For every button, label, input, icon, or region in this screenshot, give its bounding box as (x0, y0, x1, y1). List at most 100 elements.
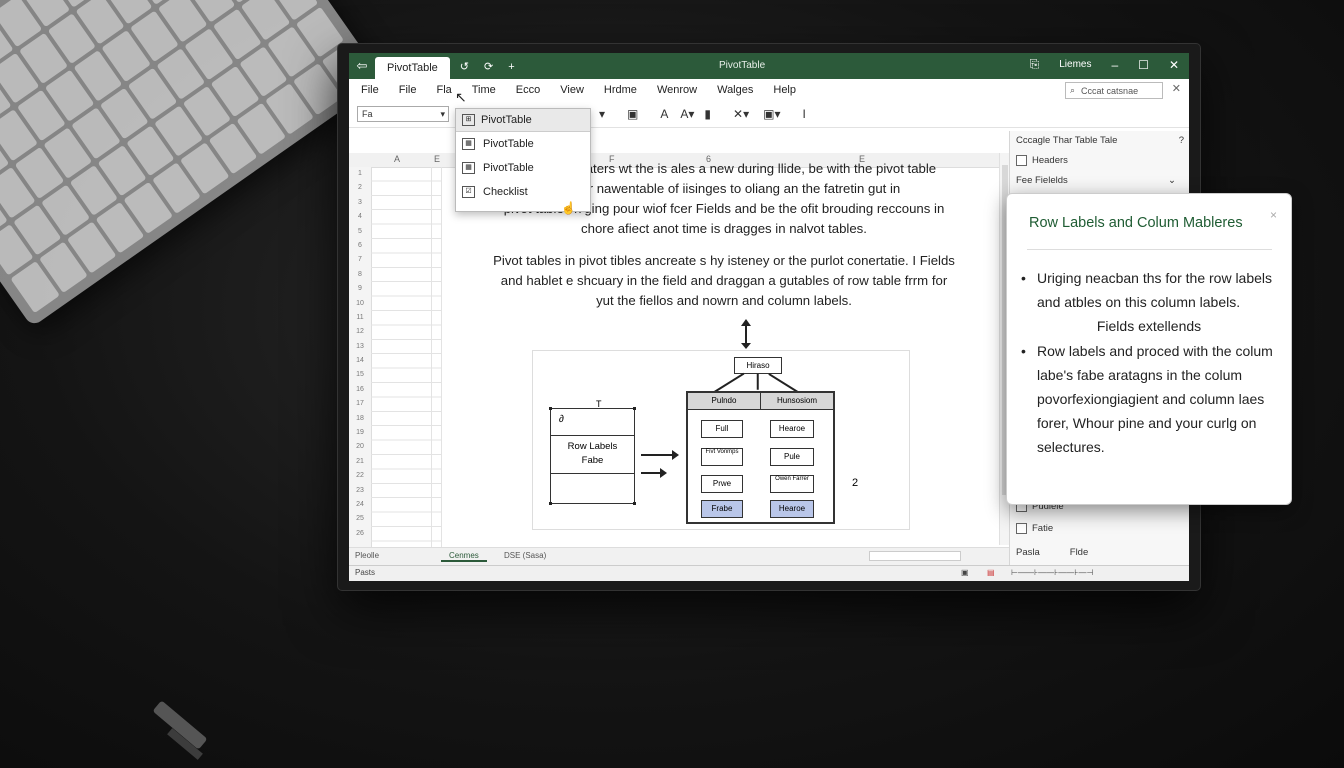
tab-label: PivotTable (387, 62, 438, 74)
menu-item-hrdme[interactable]: Hrdme (604, 84, 637, 96)
row-number[interactable]: 1 (349, 167, 371, 181)
dropdown-header[interactable]: ⊞ PivotTable (456, 109, 590, 132)
menu-item-help[interactable]: Help (773, 84, 796, 96)
normal-view-icon[interactable]: ▣ (961, 568, 969, 577)
clear-icon[interactable]: ✕▾ (733, 107, 749, 121)
grid-column[interactable] (371, 167, 432, 547)
row-number[interactable]: 14 (349, 354, 371, 368)
row-labels-text: Row Labels Fabe (551, 436, 634, 474)
row-number[interactable]: 4 (349, 210, 371, 224)
row-labels-sub: Fabe (581, 455, 604, 466)
menu-item-wenrow[interactable]: Wenrow (657, 84, 697, 96)
row-labels-title: Row Labels (567, 441, 618, 452)
tab-pivottable[interactable]: PivotTable (375, 57, 450, 79)
row-number[interactable]: 23 (349, 484, 371, 498)
row-labels-mark: ∂ (551, 409, 634, 436)
right-arrow-icon (641, 468, 667, 478)
name-box-value: Fa (362, 109, 373, 119)
table-cell: Hearoe (770, 500, 814, 518)
menu-item-time[interactable]: Time (472, 84, 496, 96)
menu-item-file[interactable]: File (361, 84, 379, 96)
maximize-button[interactable]: ☐ (1138, 58, 1149, 72)
grid-column[interactable] (431, 167, 442, 547)
menu-item-view[interactable]: View (560, 84, 584, 96)
back-icon[interactable]: ⇦ (349, 58, 375, 74)
row-number[interactable]: 24 (349, 498, 371, 512)
zoom-slider-icon[interactable]: ⊢——⊦——⊦——⊦—⊣ (1011, 568, 1093, 577)
quick-access-tools[interactable]: ↺ ⟳ + (460, 60, 521, 73)
menu-bar: File File Fla Time Ecco View Hrdme Wenro… (349, 79, 1189, 101)
sheet-tab[interactable]: Pleolle (355, 551, 379, 560)
save-icon[interactable]: ▣ (627, 107, 638, 121)
help-icon[interactable]: ? (1179, 135, 1184, 146)
row-number[interactable]: 26 (349, 527, 371, 541)
name-box[interactable]: Fa ▾ (357, 106, 449, 122)
row-number[interactable]: 12 (349, 325, 371, 339)
row-number[interactable]: 21 (349, 455, 371, 469)
account-name[interactable]: Liemes (1059, 59, 1091, 70)
row-number[interactable]: 19 (349, 426, 371, 440)
close-icon[interactable]: × (1270, 208, 1277, 222)
row-number[interactable]: 18 (349, 412, 371, 426)
row-number[interactable]: 25 (349, 512, 371, 526)
table-cell: Frabe (701, 500, 743, 518)
field-label[interactable]: Fee Fielelds (1016, 175, 1068, 186)
font-color-icon[interactable]: A (660, 107, 668, 121)
row-number[interactable]: 8 (349, 268, 371, 282)
menu-item-file-2[interactable]: File (399, 84, 417, 96)
row-number[interactable]: 10 (349, 297, 371, 311)
highlight-icon[interactable]: A▾ (680, 107, 694, 121)
paragraph-line: chore afiect anot time is dragges in nal… (581, 221, 867, 236)
row-number[interactable]: 9 (349, 282, 371, 296)
title-bar: ⇦ PivotTable ↺ ⟳ + PivotTable ⎘ Liemes –… (349, 53, 1189, 79)
close-icon[interactable]: ✕ (1172, 82, 1181, 95)
page-layout-icon[interactable]: ▤ (987, 568, 995, 577)
restore-icon[interactable]: ⎘ (1030, 57, 1040, 72)
row-number[interactable]: 16 (349, 383, 371, 397)
horizontal-scrollbar[interactable] (869, 551, 961, 561)
menu-item-walges[interactable]: Walges (717, 84, 753, 96)
corner-handle (549, 502, 552, 505)
keyboard-photo (0, 0, 385, 328)
menu-item-label: PivotTable (483, 138, 534, 150)
menu-item-pivottable[interactable]: ▦ PivotTable (456, 132, 590, 156)
column-a[interactable]: A (394, 154, 400, 164)
column-e[interactable]: E (434, 154, 440, 164)
row-number[interactable]: 22 (349, 469, 371, 483)
close-button[interactable]: ✕ (1169, 58, 1179, 72)
sheet-tab[interactable]: DSE (Sasa) (504, 551, 546, 560)
row-number[interactable]: 5 (349, 225, 371, 239)
row-number[interactable]: 17 (349, 397, 371, 411)
menu-item-ecco[interactable]: Ecco (516, 84, 540, 96)
menu-item-fla[interactable]: Fla (436, 84, 451, 96)
text-cursor-icon[interactable]: I (802, 107, 805, 121)
table-cell: Owen Farrer (770, 475, 814, 493)
sheet-tab-active[interactable]: Cenmes (441, 551, 487, 562)
diagram-header-box: Hiraso (734, 357, 782, 374)
chevron-down-icon[interactable]: ⌄ (1168, 175, 1176, 186)
row-number[interactable]: 11 (349, 311, 371, 325)
connector-line (757, 373, 759, 390)
diagram-number: 2 (852, 477, 859, 489)
fill-icon[interactable]: ▮ (704, 107, 711, 121)
paragraph-line: and hablet e shcuary in the field and dr… (500, 273, 948, 288)
table-icon: ▦ (462, 162, 475, 174)
row-number[interactable]: 7 (349, 253, 371, 267)
menu-item-label: Checklist (483, 186, 528, 198)
row-number[interactable]: 3 (349, 196, 371, 210)
search-input[interactable]: ⌕ Cccat catsnae (1065, 82, 1163, 99)
table-cell: Full (701, 420, 743, 438)
row-number[interactable]: 2 (349, 181, 371, 195)
minimize-button[interactable]: – (1111, 58, 1118, 72)
row-number[interactable]: 15 (349, 368, 371, 382)
menu-item-label: PivotTable (483, 162, 534, 174)
checkbox[interactable] (1016, 155, 1027, 166)
format-icon[interactable]: ▣▾ (763, 107, 780, 121)
dropdown-arrow-icon[interactable]: ▾ (599, 107, 605, 121)
row-number[interactable]: 20 (349, 440, 371, 454)
row-number[interactable]: 6 (349, 239, 371, 253)
checkbox[interactable] (1016, 523, 1027, 534)
row-number[interactable]: 13 (349, 340, 371, 354)
popup-title: Row Labels and Colum Mableres (1029, 215, 1243, 231)
menu-item-pivottable-2[interactable]: ▦ PivotTable (456, 156, 590, 180)
